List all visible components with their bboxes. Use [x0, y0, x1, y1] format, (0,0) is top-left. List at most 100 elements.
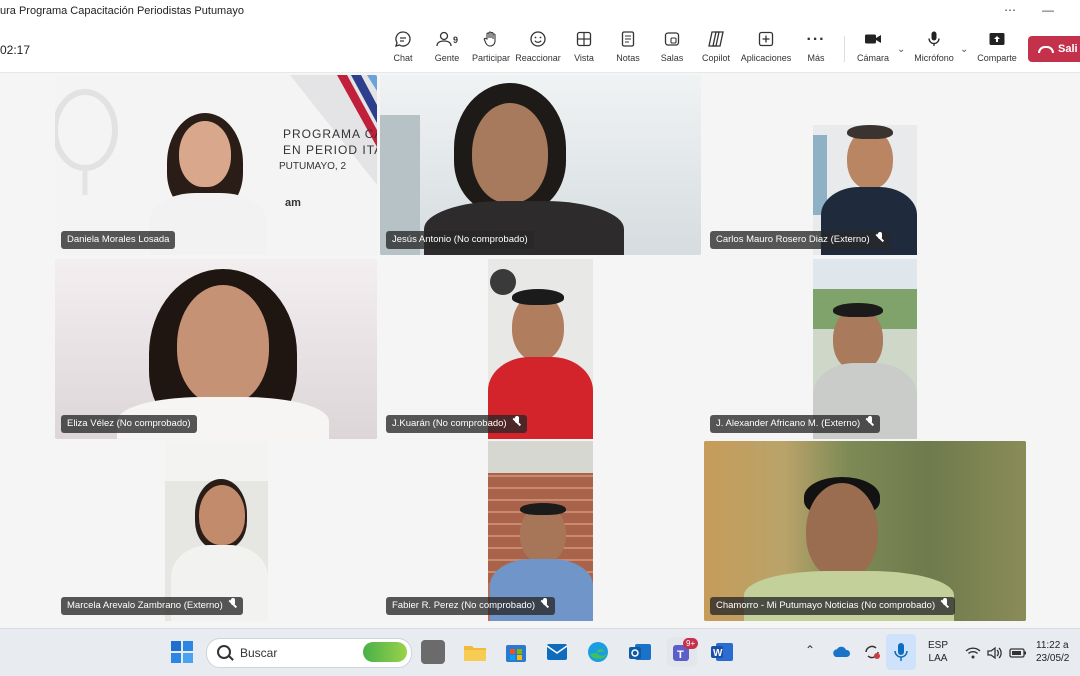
video-feed [813, 259, 917, 439]
copilot-icon [689, 30, 743, 50]
participant-tile[interactable]: Chamorro - Mi Putumayo Noticias (No comp… [704, 441, 1026, 621]
apps-label: Aplicaciones [740, 53, 792, 63]
task-view-icon[interactable] [421, 640, 445, 664]
minimize-button[interactable]: — [1042, 3, 1054, 17]
svg-text:W: W [713, 648, 723, 659]
svg-text:T: T [677, 649, 684, 661]
start-windows-icon[interactable] [170, 640, 194, 664]
more-icon: ··· [806, 31, 826, 48]
clock-date: 23/05/2 [1036, 653, 1070, 664]
participant-tile[interactable]: PROGRAMA CACITACIÒN EN PERIOD ITAL PUTUM… [55, 75, 377, 255]
muted-microphone-icon [513, 416, 521, 426]
search-icon [217, 645, 231, 659]
video-feed: PROGRAMA CACITACIÒN EN PERIOD ITAL PUTUM… [55, 75, 377, 255]
participant-name: J.Kuarán (No comprobado) [386, 415, 527, 433]
leave-label: Sali [1058, 43, 1078, 55]
window-more-icon[interactable]: ⋯ [1004, 3, 1016, 17]
more-button[interactable]: ··· Más [789, 30, 843, 70]
camera-options-chevron-icon[interactable]: ⌄ [897, 44, 905, 55]
teams-icon[interactable]: T 9+ [667, 637, 699, 667]
banner-logo: am [285, 197, 301, 209]
share-label: Comparte [977, 53, 1017, 63]
participant-name: J. Alexander Africano M. (Externo) [710, 415, 881, 433]
muted-microphone-icon [866, 416, 874, 426]
copilot-label: Copilot [701, 53, 730, 63]
microphone-icon [907, 30, 961, 50]
participant-name: Fabier R. Perez (No comprobado) [386, 597, 556, 615]
video-feed [488, 259, 593, 439]
participant-tile[interactable]: Carlos Mauro Rosero Diaz (Externo) [704, 75, 1026, 255]
sync-icon[interactable] [862, 642, 882, 662]
video-feed [380, 75, 701, 255]
store-icon[interactable] [504, 640, 528, 664]
microphone-button[interactable]: Micrófono [907, 30, 961, 70]
participant-tile[interactable]: Eliza Vélez (No comprobado) [55, 259, 377, 439]
meeting-timer: 02:17 [0, 43, 31, 57]
microphone-in-use-icon[interactable] [886, 634, 916, 670]
participant-name: Carlos Mauro Rosero Diaz (Externo) [710, 231, 890, 249]
volume-icon[interactable] [986, 644, 1004, 662]
plus-icon [739, 30, 793, 50]
muted-microphone-icon [941, 598, 949, 608]
search-placeholder: Buscar [240, 646, 278, 660]
share-button[interactable]: Comparte [970, 30, 1024, 70]
leave-button[interactable]: Sali [1028, 36, 1080, 62]
clock-time: 11:22 a [1036, 640, 1069, 651]
input-language[interactable]: ESP LAA [924, 639, 952, 665]
camera-button[interactable]: Cámara [846, 30, 900, 70]
video-feed [813, 75, 917, 255]
search-highlight-icon [363, 642, 407, 662]
participant-tile[interactable]: J.Kuarán (No comprobado) [380, 259, 701, 439]
meeting-toolbar: 02:17 Chat 9 Gente Participar Reaccionar… [0, 24, 1080, 73]
window-title-bar: ura Programa Capacitación Periodistas Pu… [0, 0, 1080, 25]
outlook-icon[interactable] [628, 640, 652, 664]
outlook-new-icon[interactable] [545, 640, 569, 664]
camera-label: Cámara [856, 53, 889, 63]
participant-name: Chamorro - Mi Putumayo Noticias (No comp… [710, 597, 956, 615]
windows-taskbar: Buscar T 9+ W ⌃ ESP LAA 11:22 a 23/05/2 [0, 628, 1080, 676]
word-icon[interactable]: W [710, 640, 734, 664]
participant-tile[interactable]: Fabier R. Perez (No comprobado) [380, 441, 701, 621]
window-title: ura Programa Capacitación Periodistas Pu… [0, 5, 244, 17]
camera-icon [846, 30, 900, 50]
muted-microphone-icon [876, 232, 884, 242]
wifi-icon[interactable] [964, 644, 982, 662]
keyboard-layout: LAA [928, 653, 948, 664]
participant-name: Daniela Morales Losada [61, 231, 176, 249]
share-icon [970, 30, 1024, 50]
microphone-label: Micrófono [914, 53, 954, 63]
onedrive-icon[interactable] [832, 642, 852, 662]
participant-name: Eliza Vélez (No comprobado) [61, 415, 197, 433]
copilot-button[interactable]: Copilot [689, 30, 743, 70]
participant-tile[interactable]: Marcela Arevalo Zambrano (Externo) [55, 441, 377, 621]
raise-hand-button[interactable]: Participar [464, 30, 518, 70]
apps-button[interactable]: Aplicaciones [739, 30, 793, 70]
banner-text-line1: PROGRAMA CACITACIÒN [283, 127, 377, 141]
file-explorer-icon[interactable] [463, 640, 487, 664]
edge-icon[interactable] [586, 640, 610, 664]
taskbar-search[interactable]: Buscar [206, 638, 412, 668]
video-feed [488, 441, 593, 621]
raise-hand-label: Participar [471, 53, 510, 63]
mic-options-chevron-icon[interactable]: ⌄ [960, 44, 968, 55]
muted-microphone-icon [541, 598, 549, 608]
banner-text-line3: PUTUMAYO, 2 [279, 161, 347, 172]
participant-tile[interactable]: J. Alexander Africano M. (Externo) [704, 259, 1026, 439]
video-feed [704, 441, 1026, 621]
participant-name: Marcela Arevalo Zambrano (Externo) [61, 597, 243, 615]
raise-hand-icon [464, 30, 518, 50]
video-feed [55, 259, 377, 439]
phone-hangup-icon [1038, 45, 1054, 53]
battery-icon[interactable] [1008, 644, 1028, 662]
toolbar-divider [844, 36, 845, 62]
language-code: ESP [927, 640, 948, 651]
clock[interactable]: 11:22 a 23/05/2 [1036, 639, 1080, 665]
participant-name: Jesús Antonio (No comprobado) [386, 231, 534, 249]
tray-chevron-up-icon[interactable]: ⌃ [805, 643, 815, 657]
people-count: 9 [453, 35, 459, 45]
teams-badge: 9+ [683, 638, 699, 649]
muted-microphone-icon [229, 598, 237, 608]
participant-tile[interactable]: Jesús Antonio (No comprobado) [380, 75, 701, 255]
video-grid: PROGRAMA CACITACIÒN EN PERIOD ITAL PUTUM… [0, 73, 1080, 628]
banner-text-line2: EN PERIOD ITAL [283, 143, 377, 157]
